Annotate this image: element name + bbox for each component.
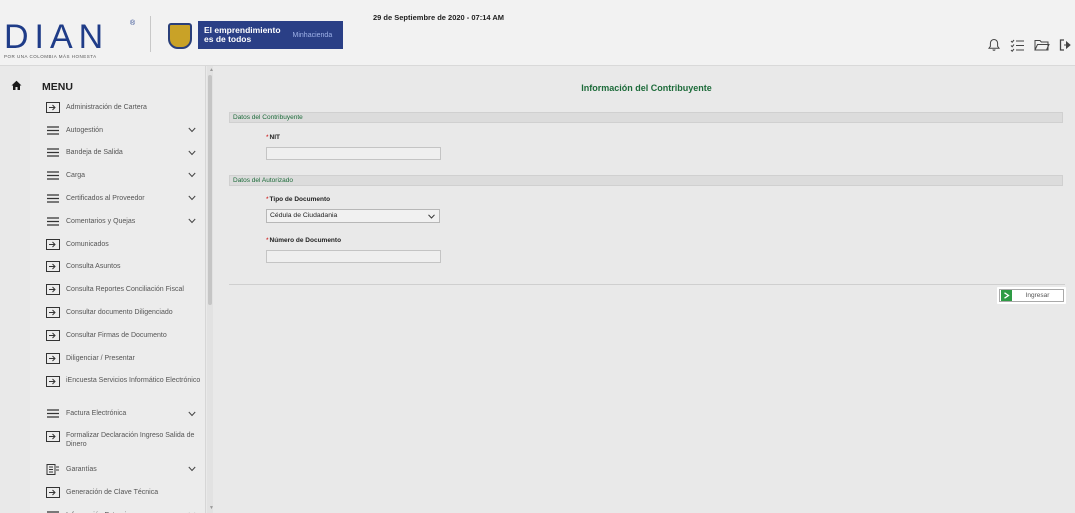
main-content: Información del Contribuyente Datos del … (218, 66, 1075, 513)
sidebar-item-label: Carga (66, 172, 86, 180)
logo-text: DIAN (4, 18, 110, 56)
enter-icon (46, 352, 60, 364)
sidebar-item-autogestion[interactable]: Autogestión (30, 119, 205, 142)
chevron-down-icon[interactable] (188, 172, 196, 178)
chevron-down-icon[interactable] (188, 411, 196, 417)
sidebar-item-carga[interactable]: Carga (30, 164, 205, 187)
sidebar-item-label: Diligenciar / Presentar (66, 354, 135, 362)
sidebar-item-certificados-al-proveedor[interactable]: Certificados al Proveedor (30, 187, 205, 210)
scroll-up-arrow-icon[interactable]: ▲ (209, 67, 214, 73)
logo-tagline: POR UNA COLOMBIA MÁS HONESTA (4, 54, 97, 59)
sidebar-item-label: Generación de Clave Técnica (66, 489, 159, 497)
gov-banner-sub: Minhacienda (292, 31, 333, 39)
chevron-down-icon[interactable] (188, 218, 196, 224)
gov-banner: El emprendimiento es de todos Minhaciend… (198, 21, 343, 49)
tipo-documento-label: *Tipo de Documento (266, 196, 331, 203)
list-icon (46, 216, 60, 227)
enter-icon (46, 329, 60, 341)
section-datos-autorizado: Datos del Autorizado (229, 175, 1063, 186)
bell-icon[interactable] (987, 38, 1001, 52)
sidebar-item-generacion-de-clave-tecnica[interactable]: Generación de Clave Técnica (30, 481, 205, 504)
sidebar-item-consultar-firmas-de-documento[interactable]: Consultar Firmas de Documento (30, 324, 205, 347)
sidebar-item-informacion-extranjera[interactable]: Información Extranjera (30, 504, 205, 513)
header-actions (987, 38, 1073, 52)
sidebar-item-iencuesta-servicios-informatico-electronico[interactable]: iEncuesta Servicios Informático Electrón… (30, 370, 205, 403)
sidebar-item-consulta-reportes-conciliacion-fiscal[interactable]: Consulta Reportes Conciliación Fiscal (30, 278, 205, 301)
sidebar-scrollbar-thumb[interactable] (208, 75, 212, 305)
dian-logo[interactable]: DIAN POR UNA COLOMBIA MÁS HONESTA ® (4, 18, 144, 59)
arrow-right-icon (1001, 290, 1012, 301)
section-datos-contribuyente: Datos del Contribuyente (229, 112, 1063, 123)
chevron-down-icon[interactable] (188, 195, 196, 201)
chevron-down-icon[interactable] (188, 127, 196, 133)
enter-icon (46, 284, 60, 296)
list-icon (46, 125, 60, 136)
enter-icon (46, 101, 60, 113)
enter-icon (46, 431, 60, 443)
left-rail (0, 66, 30, 513)
sidebar-item-diligenciar-presentar[interactable]: Diligenciar / Presentar (30, 347, 205, 370)
sidebar-item-comunicados[interactable]: Comunicados (30, 233, 205, 256)
sidebar-item-administracion-de-cartera[interactable]: Administración de Cartera (30, 96, 205, 119)
chevron-down-icon[interactable] (188, 150, 196, 156)
enter-icon (46, 238, 60, 250)
sidebar-item-formalizar-declaracion-ingreso-salida-de-dinero[interactable]: Formalizar Declaración Ingreso Salida de… (30, 425, 205, 458)
enter-icon (46, 375, 60, 387)
nit-label: *NIT (266, 134, 281, 141)
doc-icon (46, 464, 60, 476)
list-icon (46, 147, 60, 158)
sidebar-item-label: Garantías (66, 466, 97, 474)
checklist-icon[interactable] (1010, 38, 1025, 52)
session-datetime: 29 de Septiembre de 2020 - 07:14 AM (373, 13, 505, 22)
sidebar-item-label: Consultar Firmas de Documento (66, 331, 167, 339)
sidebar-item-consulta-asuntos[interactable]: Consulta Asuntos (30, 256, 205, 279)
folder-icon[interactable] (1034, 38, 1050, 52)
sidebar-item-garantias[interactable]: Garantías (30, 458, 205, 481)
logout-icon[interactable] (1059, 38, 1073, 52)
sidebar-item-label: Comentarios y Quejas (66, 217, 136, 225)
sidebar-menu: MENU Administración de Cartera Autogestió… (30, 66, 206, 513)
chevron-down-icon (428, 214, 435, 219)
scroll-down-arrow-icon[interactable]: ▼ (209, 505, 214, 511)
tipo-documento-value: Cédula de Ciudadania (270, 212, 338, 219)
chevron-down-icon[interactable] (188, 466, 196, 472)
colombia-crest-icon (168, 23, 192, 49)
numero-documento-input[interactable] (266, 250, 441, 263)
sidebar-item-label: Bandeja de Salida (66, 149, 123, 157)
registered-mark: ® (130, 20, 136, 27)
ingresar-label: Ingresar (1025, 292, 1050, 299)
page-title: Información del Contribuyente (581, 83, 712, 93)
list-icon (46, 193, 60, 204)
enter-icon (46, 307, 60, 319)
sidebar-item-label: Formalizar Declaración Ingreso Salida de… (66, 432, 195, 449)
sidebar-item-comentarios-y-quejas[interactable]: Comentarios y Quejas (30, 210, 205, 233)
menu-list: Administración de Cartera Autogestión Band… (30, 96, 205, 513)
top-header: DIAN POR UNA COLOMBIA MÁS HONESTA ® El e… (0, 0, 1075, 66)
sidebar-item-bandeja-de-salida[interactable]: Bandeja de Salida (30, 142, 205, 165)
menu-title: MENU (42, 81, 73, 93)
home-icon[interactable] (11, 78, 22, 96)
numero-documento-label: *Número de Documento (266, 237, 342, 244)
sidebar-item-label: Comunicados (66, 240, 109, 248)
sidebar-item-label: Consulta Reportes Conciliación Fiscal (66, 286, 184, 294)
sidebar-item-label: Factura Electrónica (66, 410, 127, 418)
tipo-documento-select[interactable]: Cédula de Ciudadania (266, 209, 440, 223)
enter-icon (46, 261, 60, 273)
sidebar-item-factura-electronica[interactable]: Factura Electrónica (30, 403, 205, 426)
enter-icon (46, 487, 60, 499)
nit-input[interactable] (266, 147, 441, 160)
header-divider (150, 16, 151, 52)
sidebar-item-label: Administración de Cartera (66, 103, 147, 111)
sidebar-item-label: Autogestión (66, 126, 103, 134)
gov-banner-line2: es de todos (204, 34, 252, 44)
form-divider (229, 284, 1065, 285)
list-icon (46, 170, 60, 181)
sidebar-item-label: iEncuesta Servicios Informático Electrón… (66, 376, 201, 384)
sidebar-item-label: Consultar documento Diligenciado (66, 309, 173, 317)
sidebar-item-label: Consulta Asuntos (66, 263, 121, 271)
sidebar-item-consultar-documento-diligenciado[interactable]: Consultar documento Diligenciado (30, 301, 205, 324)
list-icon (46, 408, 60, 419)
ingresar-button[interactable]: Ingresar (997, 287, 1066, 304)
sidebar-item-label: Certificados al Proveedor (66, 195, 145, 203)
